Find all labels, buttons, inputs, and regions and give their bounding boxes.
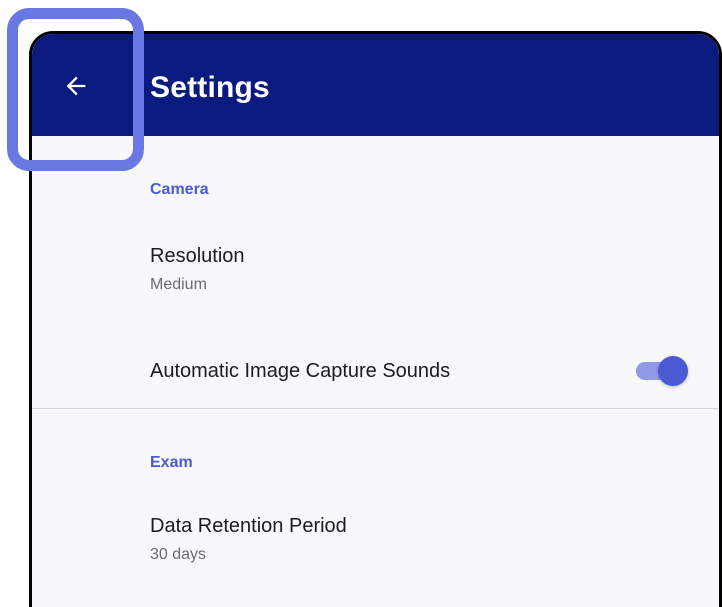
setting-value-data-retention: 30 days (150, 546, 207, 563)
setting-row-resolution[interactable]: Resolution Medium (32, 236, 719, 306)
page-title: Settings (150, 71, 270, 104)
settings-list: Camera Resolution Medium Automatic Image… (32, 136, 719, 607)
back-button[interactable] (52, 62, 100, 110)
device-frame: Settings Camera Resolution Medium Automa… (29, 31, 722, 607)
toggle-thumb (658, 356, 688, 386)
arrow-left-icon (66, 76, 86, 96)
app-bar: Settings (32, 34, 719, 136)
setting-row-capture-sounds[interactable]: Automatic Image Capture Sounds (32, 341, 719, 401)
setting-row-data-retention[interactable]: Data Retention Period 30 days (32, 506, 719, 576)
section-divider (32, 408, 719, 409)
setting-title-capture-sounds: Automatic Image Capture Sounds (150, 360, 451, 382)
setting-title-data-retention: Data Retention Period (150, 515, 347, 537)
setting-title-resolution: Resolution (150, 245, 245, 267)
setting-value-resolution: Medium (150, 276, 207, 293)
section-header-camera: Camera (150, 181, 209, 198)
screen: Settings Camera Resolution Medium Automa… (0, 0, 722, 607)
capture-sounds-toggle[interactable] (636, 355, 690, 386)
section-header-exam: Exam (150, 454, 193, 471)
